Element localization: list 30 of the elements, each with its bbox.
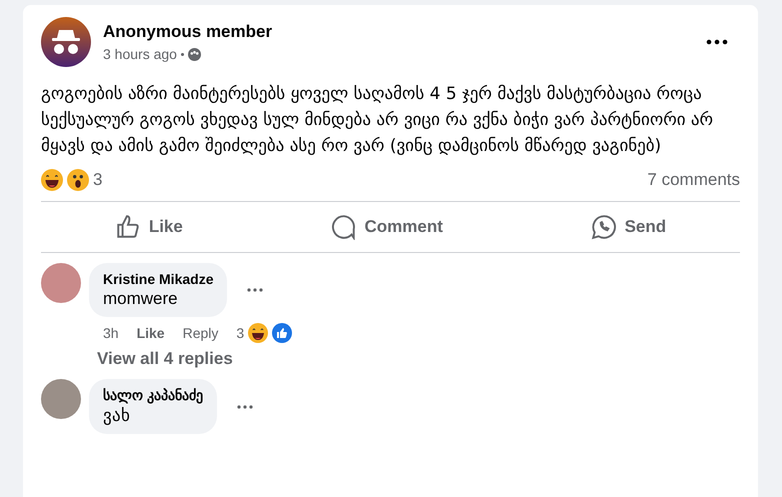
commenter-avatar[interactable] xyxy=(41,379,81,419)
comment-time[interactable]: 3h xyxy=(103,325,119,341)
thumbs-up-icon xyxy=(114,214,141,240)
comment-button[interactable]: Comment xyxy=(290,208,483,246)
commenter-name[interactable]: Kristine Mikadze xyxy=(103,271,214,287)
phone-bubble-icon xyxy=(590,214,617,240)
dot-separator-icon xyxy=(180,52,184,56)
reaction-count[interactable]: 3 xyxy=(93,170,102,190)
send-button[interactable]: Send xyxy=(550,208,706,246)
comment-count[interactable]: 7 comments xyxy=(647,170,740,190)
thumbs-up-icon xyxy=(272,323,292,343)
commenter-name[interactable]: სალო კაპანაძე xyxy=(103,387,203,403)
view-replies-link[interactable]: View all 4 replies xyxy=(97,349,740,369)
group-icon xyxy=(188,48,201,60)
more-options-icon[interactable] xyxy=(706,39,728,45)
laughing-emoji-icon xyxy=(41,169,63,191)
comment-text: ვახ xyxy=(103,405,131,426)
author-name[interactable]: Anonymous member xyxy=(103,22,694,42)
comment-reaction-count[interactable]: 3 xyxy=(236,325,244,341)
speech-bubble-icon xyxy=(330,214,357,240)
commenter-avatar[interactable] xyxy=(41,263,81,303)
surprised-emoji-icon xyxy=(67,169,89,191)
reply-link[interactable]: Reply xyxy=(182,325,218,341)
like-link[interactable]: Like xyxy=(136,325,165,341)
comment-text: momwere xyxy=(103,289,179,309)
post-time[interactable]: 3 hours ago xyxy=(103,46,177,62)
like-button[interactable]: Like xyxy=(74,208,223,246)
incognito-icon xyxy=(50,29,82,55)
laughing-emoji-icon xyxy=(248,323,268,343)
post-text: გოგოების აზრი მაინტერესებს ყოველ საღამოს 4 5 ჯერ მაქვს მასტურბაცია როცა სექსუალურ გოგოს ვხედავ სულ მინდება არ ვიცი რა ვქნა ბიჭი ვარ პარტნიორი არ მყავს და ამის გამო შეიძლება ასე რო ვარ (ვინც დამცინოს მწარედ ვაგინებ) xyxy=(41,83,714,158)
